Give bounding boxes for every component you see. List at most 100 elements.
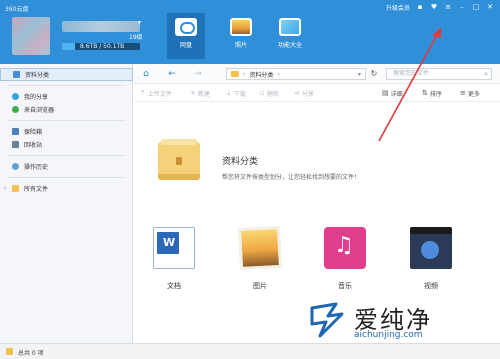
sidebar-item-label: 资料分类: [25, 72, 50, 79]
home-icon[interactable]: ⌂: [140, 68, 152, 80]
divider: [8, 155, 126, 156]
folder-icon: [6, 348, 13, 355]
clasp-icon: [176, 157, 182, 165]
search-icon[interactable]: ⌕: [484, 69, 488, 79]
message-icon[interactable]: ▪: [416, 4, 424, 11]
safe-icon: [12, 128, 19, 135]
menu-icon[interactable]: ≡: [444, 4, 452, 11]
upgrade-vip-link[interactable]: 升级会员: [386, 3, 410, 12]
new-label: 新建: [197, 90, 210, 98]
close-icon[interactable]: ✕: [486, 4, 494, 11]
window-controls: 升级会员 ▪ ♥ ≡ – □ ✕: [386, 3, 494, 13]
more-label: 更多: [467, 90, 480, 98]
folder-icon: [231, 71, 239, 77]
watermark-url: aichunjing.com: [354, 330, 423, 340]
delete-button[interactable]: ▫ 删除: [260, 87, 279, 99]
plus-icon: +: [190, 89, 196, 97]
detail-label: 详细: [390, 90, 403, 98]
tab-netdisk-label: 网盘: [179, 42, 192, 49]
tile-label: 音乐: [338, 282, 352, 290]
divider: [8, 120, 126, 121]
download-icon: ⇣: [226, 89, 232, 97]
new-button[interactable]: + 新建: [190, 87, 210, 99]
sidebar-item-categories[interactable]: 资料分类: [0, 68, 133, 81]
share-label: 分享: [301, 90, 314, 98]
detail-view-button[interactable]: ▤ 详细: [382, 87, 403, 99]
chevron-right-icon: ›: [243, 70, 246, 78]
list-view-icon: ▤: [382, 89, 389, 97]
avatar[interactable]: [12, 17, 50, 55]
user-level: 19级: [129, 34, 143, 41]
forward-arrow-icon[interactable]: →: [192, 68, 204, 80]
sort-icon: ⇅: [422, 89, 428, 97]
title-bar: 360云盘 ▾ 19级 8.6TB / 50.1TB 网盘 照片 功能大全 升级…: [0, 0, 500, 64]
share-button[interactable]: ⋖ 分享: [294, 87, 314, 99]
document-icon: [153, 227, 195, 269]
user-menu-caret[interactable]: ▾: [138, 19, 141, 26]
back-arrow-icon[interactable]: ←: [166, 68, 178, 80]
photo-icon: [230, 18, 252, 36]
tab-photos-label: 照片: [234, 42, 247, 49]
video-icon: [410, 227, 452, 269]
share-icon: [12, 93, 19, 100]
chevron-down-icon[interactable]: ▾: [358, 71, 361, 78]
skin-icon[interactable]: ♥: [430, 4, 438, 11]
app-title: 360云盘: [5, 6, 29, 13]
category-tile-videos[interactable]: 视频: [401, 227, 461, 291]
sidebar-item-recycle[interactable]: 回收站: [0, 138, 133, 151]
category-tile-pictures[interactable]: 图片: [230, 225, 290, 291]
storage-fill: [62, 43, 76, 50]
download-label: 下载: [233, 90, 246, 98]
watermark: 爱纯净 aichunjing.com: [306, 298, 500, 346]
category-tile-music[interactable]: 音乐: [315, 227, 375, 291]
status-text: 总共 0 项: [18, 350, 44, 357]
trash-icon: ▫: [260, 89, 265, 97]
page-description: 帮您将文件按类型划分，让您轻松找到想要的文件！: [222, 174, 361, 181]
sidebar-item-browser[interactable]: 来自浏览器: [0, 103, 133, 116]
folder-icon: [12, 185, 19, 192]
sidebar-item-label: 回收站: [24, 142, 43, 149]
storage-text: 8.6TB / 50.1TB: [80, 43, 125, 50]
tile-label: 文档: [167, 282, 181, 290]
tab-photos[interactable]: 照片: [222, 13, 260, 59]
sidebar-item-safe[interactable]: 保险箱: [0, 125, 133, 138]
delete-label: 删除: [266, 90, 279, 98]
cloud-icon: [175, 18, 197, 36]
category-tile-documents[interactable]: 文档: [144, 227, 204, 291]
more-icon: ≡: [460, 89, 466, 97]
tile-label: 视频: [424, 282, 438, 290]
download-button[interactable]: ⇣ 下载: [226, 87, 246, 99]
username-blurred: [62, 21, 140, 32]
tab-netdisk[interactable]: 网盘: [167, 13, 205, 59]
history-icon: [12, 163, 19, 170]
share-icon: ⋖: [294, 89, 300, 97]
category-icon: [13, 71, 20, 78]
upload-icon: ⇡: [140, 89, 146, 97]
trash-icon: [12, 141, 19, 148]
sidebar-item-label: 来自浏览器: [24, 107, 55, 114]
sidebar-item-label: 我的分享: [24, 94, 49, 101]
maximize-icon[interactable]: □: [472, 4, 480, 11]
tile-label: 图片: [253, 282, 267, 290]
breadcrumb-bar: ⌂ ← → › 资料分类 › ▾ ↻ 搜索您的文件 ⌕: [134, 64, 500, 84]
divider: [8, 177, 126, 178]
divider: [8, 85, 126, 86]
sort-button[interactable]: ⇅ 排序: [422, 87, 442, 99]
breadcrumb-current[interactable]: 资料分类: [249, 70, 273, 79]
chevron-right-icon: ›: [277, 70, 280, 78]
sidebar-item-myshare[interactable]: 我的分享: [0, 90, 133, 103]
minimize-icon[interactable]: –: [458, 4, 466, 11]
breadcrumb[interactable]: › 资料分类 › ▾: [226, 68, 366, 80]
sidebar-item-history[interactable]: 操作历史: [0, 160, 133, 173]
more-button[interactable]: ≡ 更多: [460, 87, 480, 99]
sidebar-item-label: 操作历史: [24, 164, 49, 171]
picture-icon: [237, 225, 283, 271]
refresh-icon[interactable]: ↻: [368, 68, 380, 80]
watermark-logo: [310, 302, 344, 338]
sidebar-item-allfiles[interactable]: 所有文件: [0, 182, 133, 195]
upload-button[interactable]: ⇡ 上传文件: [140, 87, 172, 99]
tab-features[interactable]: 功能大全: [271, 13, 309, 59]
search-input[interactable]: 搜索您的文件 ⌕: [386, 68, 492, 80]
page-title: 资料分类: [222, 157, 259, 167]
upload-label: 上传文件: [147, 90, 172, 98]
